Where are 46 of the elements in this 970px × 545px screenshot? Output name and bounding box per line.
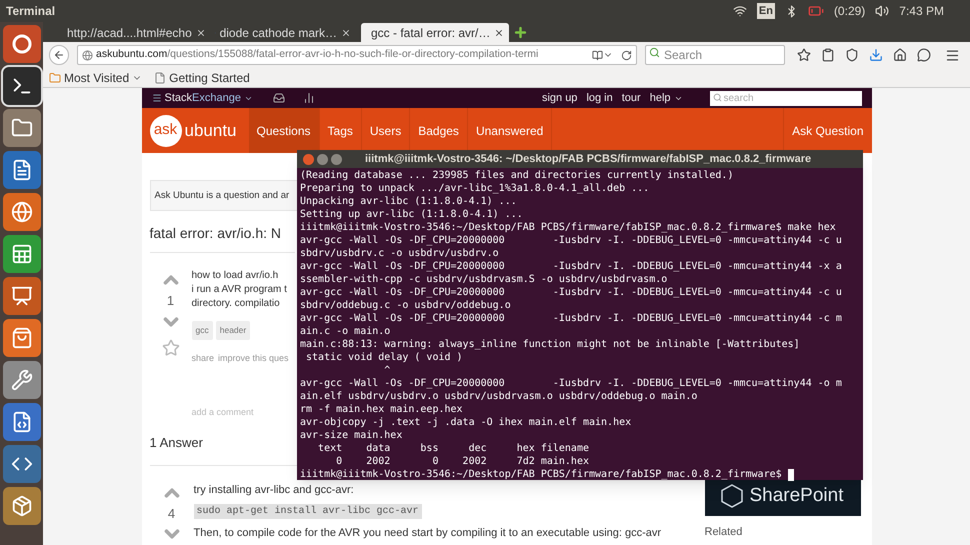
terminal-line: sbdrv/usbdrv.c -o usbdrv/usbdrv.o (300, 247, 499, 260)
vote-count: 1 (166, 292, 174, 310)
answer-text: Then, to compile code for the AVR you need start by compiling it to an executable using: gcc-avr (194, 526, 662, 541)
terminal-line: rm -f main.hex main.eep.hex (300, 403, 463, 416)
network-label: StackExchange (164, 90, 241, 106)
terminal-line: static void delay ( void ) (305, 351, 463, 364)
battery-time: (0:29) (834, 3, 866, 20)
terminal-line: 0 2002 0 2002 7d2 main.hex (335, 455, 589, 468)
terminal-line: avr-gcc -Wall -Os -DF_CPU=20000000 -Iusbdrv -I. -DDEBUG_LEVEL=0 -mmcu=attiny44 -c u (300, 234, 842, 247)
question-text: how to load avr/io.h (192, 269, 278, 284)
terminal-line: ain.c -o main.o (300, 325, 390, 338)
terminal-line: text data bss dec hex filename (317, 442, 589, 455)
terminal-title: iiitmk@iiitmk-Vostro-3546: ~/Desktop/FAB PCBS/firmware/fabISP_mac.0.8.2_firmware (365, 152, 812, 167)
sidebar-heading: Related (704, 525, 744, 540)
terminal-line: avr-gcc -Wall -Os -DF_CPU=20000000 -Iusbdrv -I. -DDEBUG_LEVEL=0 -mmcu=attiny44 -c u (300, 286, 842, 299)
terminal-line: Unpacking avr-libc (1:1.8.0-4.1) ... (300, 195, 517, 208)
code-snippet: sudo apt-get install avr-libc gcc-avr (194, 504, 422, 519)
terminal-line: Preparing to unpack .../avr-libc_1%3a1.8.0-4.1_all.deb ... (300, 182, 650, 195)
notice-text: Ask Ubuntu is a question and ar (154, 188, 290, 202)
url-text: askubuntu.com/questions/155088/fatal-error-avr-io-h-no-such-file-or-directory-compilation-termi (96, 47, 538, 62)
terminal-line: avr-gcc -Wall -Os -DF_CPU=20000000 -Iusbdrv -I. -DDEBUG_LEVEL=0 -mmcu=attiny44 -c m (300, 312, 842, 325)
terminal-line: avr-gcc -Wall -Os -DF_CPU=20000000 -Iusbdrv -I. -DDEBUG_LEVEL=0 -mmcu=attiny44 -o m (300, 377, 842, 390)
tab-title: gcc - fatal error: avr/… (371, 24, 490, 42)
question-text: directory. compilatio (192, 297, 280, 312)
terminal-line: sbdrv/oddebug.c -o usbdrv/oddebug.o (300, 299, 511, 312)
terminal-line: avr-objcopy -j .text -j .data -O ihex main.elf main.hex (300, 416, 632, 429)
terminal-line: avr-size main.hex (300, 429, 402, 442)
answer-text: try installing avr-libc and gcc-avr: (194, 482, 355, 498)
tab-title: http://acad....html#echo (67, 24, 192, 42)
terminal-line: Setting up avr-libc (1:1.8.0-4.1) ... (300, 208, 523, 221)
vote-count: 4 (168, 504, 176, 522)
terminal-line: iiitmk@iiitmk-Vostro-3546:~/Desktop/FAB PCBS/firmware/fabISP_mac.0.8.2_firmware$ make hex (300, 221, 836, 234)
ad-brand: SharePoint (749, 484, 844, 508)
terminal-line: main.c:88:13: warning: always_inline function might not be inlinable [-Wattributes] (300, 338, 800, 351)
terminal-line: ssembler-with-cpp -c usbdrv/usbdrvasm.S -o usbdrv/usbdrvasm.o (300, 273, 668, 286)
terminal-line: avr-gcc -Wall -Os -DF_CPU=20000000 -Iusbdrv -I. -DDEBUG_LEVEL=0 -mmcu=attiny44 -x a (300, 260, 842, 273)
terminal-line: (Reading database ... 239985 files and directories currently installed.) (300, 169, 734, 182)
question-text: i run a AVR program t (192, 283, 287, 298)
bookmark-label: Most Visited (64, 70, 130, 86)
answers-heading: 1 Answer (150, 434, 203, 452)
window-title: Terminal (6, 3, 56, 20)
terminal-line: ain.elf usbdrv/usbdrv.o usbdrv/usbdrvasm.o usbdrv/oddebug.o main.o (300, 390, 698, 403)
terminal-line: ^ (383, 364, 390, 377)
question-title: fatal error: avr/io.h: N (150, 224, 281, 244)
tab-title: diode cathode mark… (220, 24, 337, 42)
bookmark-label: Getting Started (169, 70, 250, 86)
